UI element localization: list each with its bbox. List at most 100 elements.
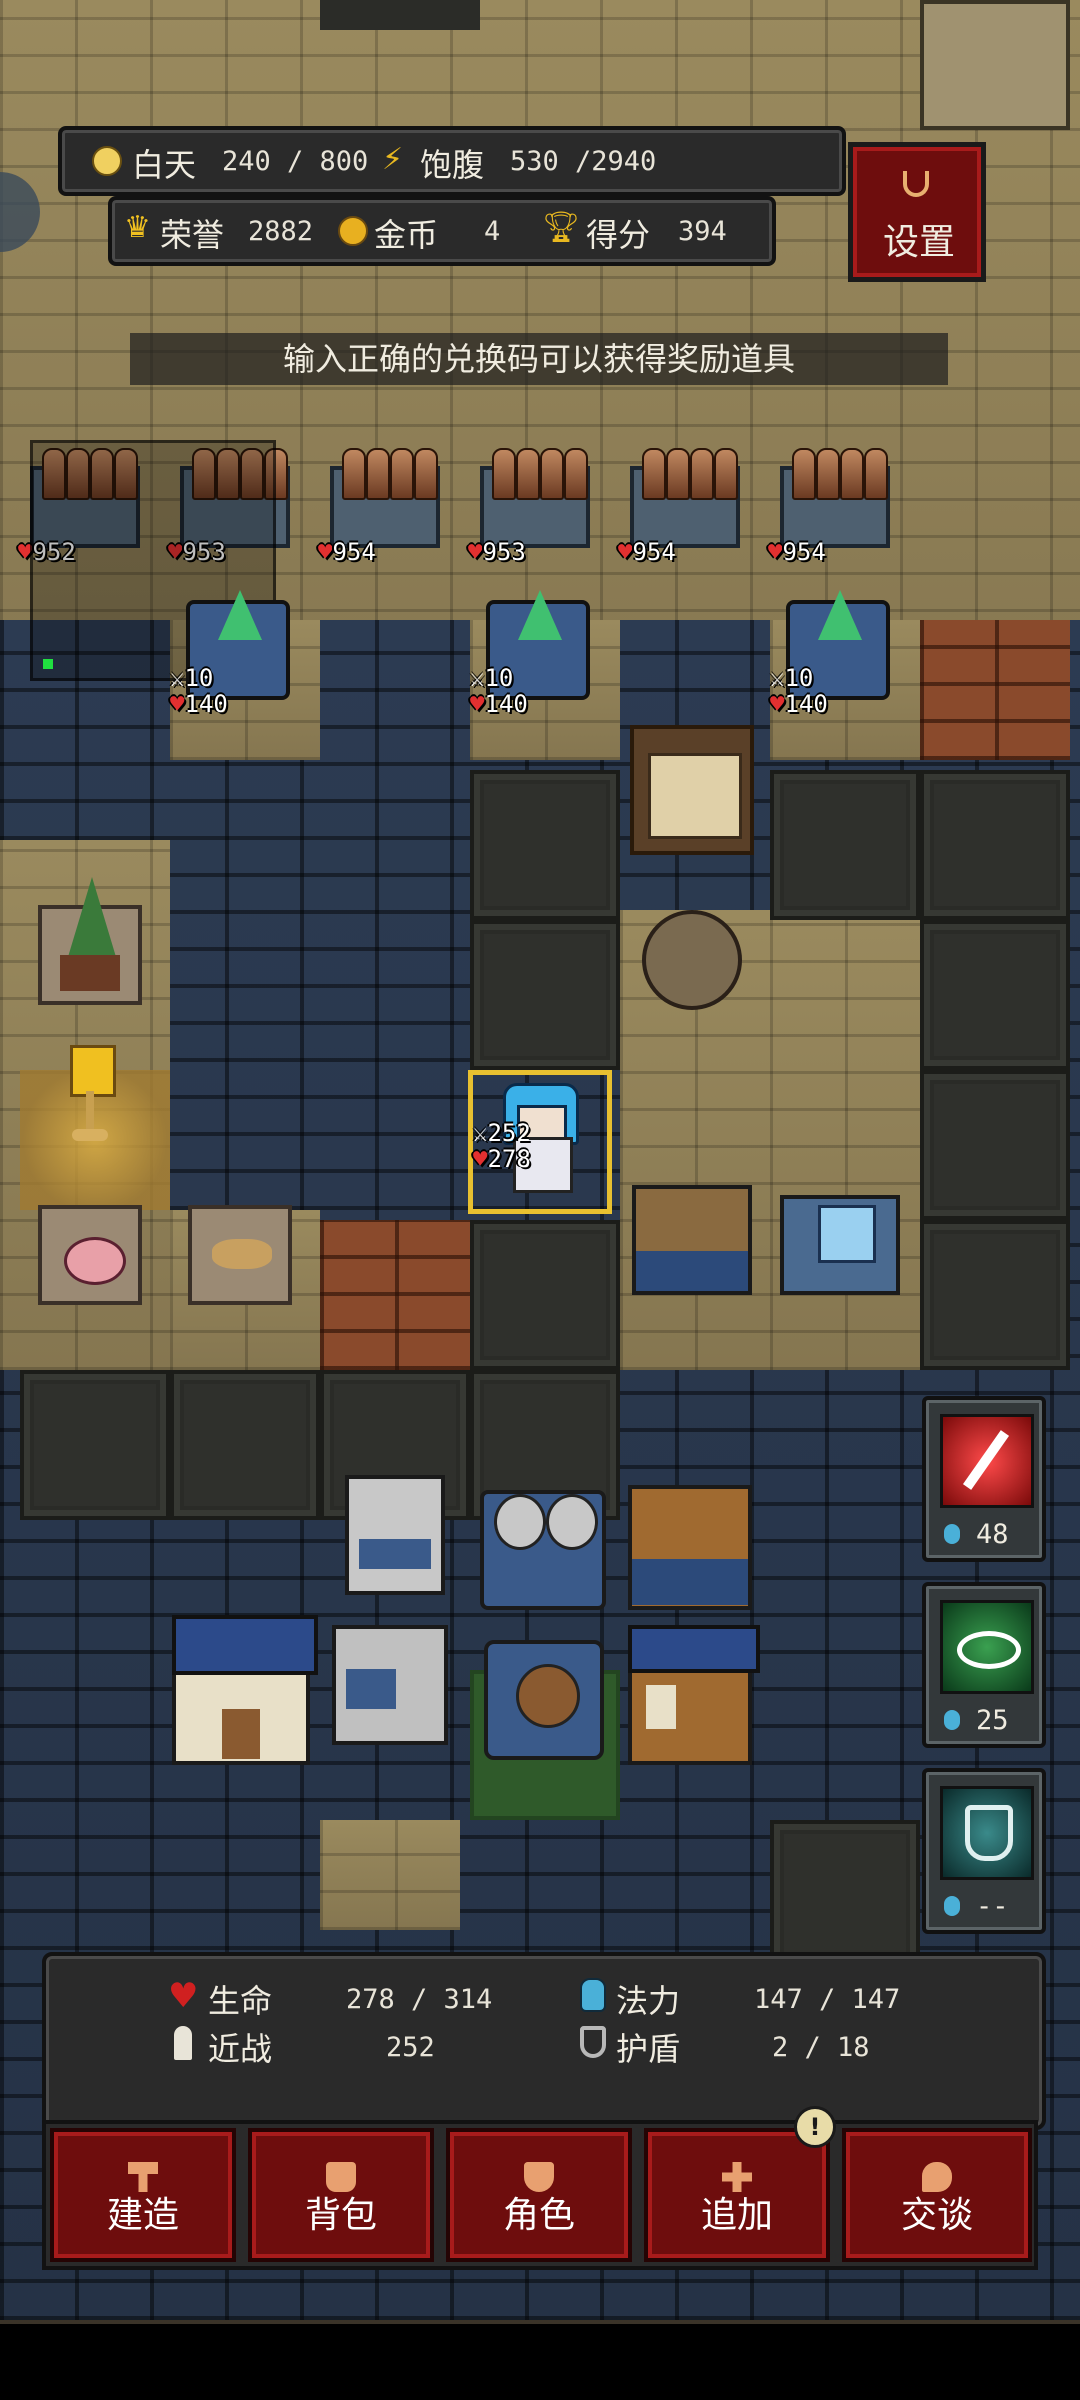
armor-label: 护盾 bbox=[616, 2030, 681, 2068]
tree-planter[interactable] bbox=[38, 877, 142, 1005]
spike-icon bbox=[690, 448, 714, 500]
turret-hp: ♥140 bbox=[470, 690, 528, 718]
player-character[interactable]: ⚔252 ♥278 bbox=[468, 1070, 612, 1214]
brick-tile bbox=[320, 1220, 470, 1370]
screen-icon bbox=[818, 1205, 876, 1263]
stats-panel: ♥ 生命 278 / 314 法力 147 / 147 近战 252 护盾 2 … bbox=[42, 1952, 1046, 2130]
spike-icon bbox=[414, 448, 438, 500]
mana-drop-icon bbox=[944, 1896, 960, 1916]
player-hp: ♥278 bbox=[473, 1145, 531, 1173]
spike-icon bbox=[864, 448, 888, 500]
tree-icon bbox=[68, 877, 116, 957]
sword-blade bbox=[962, 1430, 1010, 1490]
turret-atk: ⚔10 bbox=[470, 664, 514, 692]
stone-pillar bbox=[920, 0, 1070, 130]
crate-base bbox=[636, 1251, 748, 1291]
turnip-planter[interactable] bbox=[38, 1205, 142, 1305]
player-atk: ⚔252 bbox=[473, 1119, 531, 1147]
brick-tile bbox=[920, 620, 1070, 760]
spike-icon bbox=[390, 448, 414, 500]
sprout-icon bbox=[212, 1239, 272, 1269]
floor-tile bbox=[470, 770, 620, 920]
sprout-planter[interactable] bbox=[188, 1205, 292, 1305]
mp-value: 147 / 147 bbox=[754, 1984, 901, 2015]
computer-terminal[interactable] bbox=[780, 1195, 900, 1295]
talk-button[interactable]: 交谈 bbox=[842, 2128, 1032, 2262]
grinder[interactable] bbox=[484, 1640, 604, 1760]
lamp-base bbox=[72, 1129, 108, 1141]
spike-icon bbox=[642, 448, 666, 500]
planter-soil bbox=[60, 955, 120, 991]
bag-label: 背包 bbox=[304, 2195, 377, 2236]
status-bar-top: 白天 240 / 800 ⚡ 饱腹 530 /2940 bbox=[58, 126, 846, 196]
crown-icon: ♛ bbox=[124, 210, 151, 245]
eye-shape bbox=[957, 1631, 1021, 1669]
spike-wall[interactable] bbox=[630, 448, 740, 548]
tank-machine[interactable] bbox=[480, 1490, 606, 1610]
hunger-icon: ⚡ bbox=[382, 142, 404, 177]
mana-icon bbox=[580, 1978, 606, 2012]
floor-tile bbox=[920, 1070, 1070, 1220]
sun-icon bbox=[92, 146, 122, 176]
storage-crate[interactable] bbox=[632, 1185, 752, 1295]
add-button[interactable]: 追加 ! bbox=[644, 2106, 836, 2262]
treasure-chest[interactable] bbox=[628, 1485, 752, 1610]
honor-value: 2882 bbox=[248, 216, 314, 247]
spike-icon bbox=[540, 448, 564, 500]
house-door bbox=[222, 1709, 260, 1759]
skill-cost: 48 bbox=[976, 1519, 1009, 1550]
status-bar-bottom: ♛ 荣誉 2882 金币 4 🏆︎ 得分 394 bbox=[108, 196, 776, 266]
heart-icon: ♥ bbox=[168, 1976, 199, 2016]
house[interactable] bbox=[172, 1615, 318, 1765]
score-label: 得分 bbox=[586, 216, 651, 254]
melee-icon bbox=[174, 2026, 192, 2060]
spike-icon bbox=[792, 448, 816, 500]
hp-value: 278 / 314 bbox=[346, 1984, 493, 2015]
character-button[interactable]: 角色 bbox=[446, 2128, 632, 2262]
house-roof bbox=[172, 1615, 318, 1675]
gold-coin-icon bbox=[338, 216, 368, 246]
stall-roof bbox=[628, 1625, 760, 1673]
floor-tile bbox=[170, 1370, 320, 1520]
skill-slot-1[interactable]: 48 bbox=[922, 1396, 1046, 1562]
spike-icon bbox=[666, 448, 690, 500]
settings-label: 设置 bbox=[883, 222, 956, 263]
gate[interactable] bbox=[630, 725, 754, 855]
spike-wall[interactable] bbox=[780, 448, 890, 548]
spike-wall[interactable] bbox=[480, 448, 590, 548]
spike-wall[interactable] bbox=[330, 448, 440, 548]
stall-sign bbox=[646, 1685, 676, 1729]
skill-slot-3[interactable]: -- bbox=[922, 1768, 1046, 1934]
shop-stall[interactable] bbox=[628, 1625, 760, 1765]
generator[interactable] bbox=[345, 1475, 445, 1595]
red-sword-icon bbox=[940, 1414, 1034, 1508]
skill-slot-2[interactable]: 25 bbox=[922, 1582, 1046, 1748]
turret-hp: ♥140 bbox=[170, 690, 228, 718]
drill-panel bbox=[346, 1669, 396, 1709]
score-value: 394 bbox=[678, 216, 727, 247]
turret-crystal-icon bbox=[518, 590, 562, 640]
drill-machine[interactable] bbox=[332, 1625, 448, 1745]
hp-label: 生命 bbox=[208, 1982, 273, 2020]
skill-cost: 25 bbox=[976, 1705, 1009, 1736]
spike-icon bbox=[714, 448, 738, 500]
lamp-post[interactable] bbox=[68, 1045, 116, 1145]
turret-atk: ⚔10 bbox=[170, 664, 214, 692]
spike-icon bbox=[564, 448, 588, 500]
notice-text: 输入正确的兑换码可以获得奖励道具 bbox=[282, 340, 795, 378]
shield-shape bbox=[965, 1805, 1013, 1861]
generator-panel bbox=[359, 1539, 431, 1569]
floor-tile bbox=[770, 1820, 920, 1970]
build-button[interactable]: 建造 bbox=[50, 2128, 236, 2262]
spike-icon bbox=[366, 448, 390, 500]
green-eye-icon bbox=[940, 1600, 1034, 1694]
crossbow-icon[interactable] bbox=[642, 910, 742, 1010]
gate-opening bbox=[648, 753, 742, 839]
bag-button[interactable]: 背包 bbox=[248, 2128, 434, 2262]
sand-patch-5 bbox=[320, 1820, 460, 1930]
settings-button[interactable]: 设置 bbox=[848, 142, 986, 282]
character-label: 角色 bbox=[502, 2195, 575, 2236]
day-label: 白天 bbox=[132, 146, 197, 184]
gold-label: 金币 bbox=[374, 216, 439, 254]
day-value: 240 / 800 bbox=[222, 146, 369, 177]
